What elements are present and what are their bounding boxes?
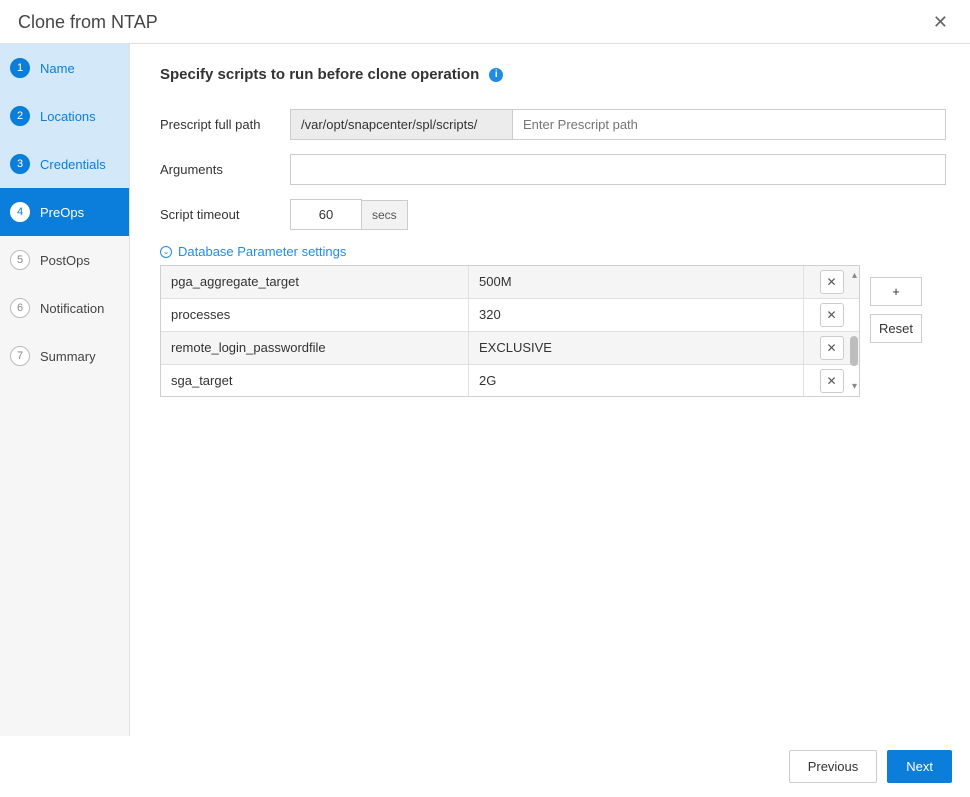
arguments-input[interactable] [290,154,946,185]
param-row: pga_aggregate_target 500M ✕ [161,266,859,299]
previous-button[interactable]: Previous [789,750,878,783]
sidebar-step-postops[interactable]: 5 PostOps [0,236,129,284]
db-param-label: Database Parameter settings [178,244,346,259]
param-name[interactable]: processes [161,299,469,331]
step-number: 1 [10,58,30,78]
param-row: sga_target 2G ✕ [161,365,859,396]
step-number: 3 [10,154,30,174]
label-prescript: Prescript full path [160,117,290,132]
param-value[interactable]: 500M [469,266,804,298]
close-icon[interactable]: ✕ [929,12,952,33]
label-arguments: Arguments [160,162,290,177]
page-title: Specify scripts to run before clone oper… [160,66,946,83]
param-name[interactable]: pga_aggregate_target [161,266,469,298]
wizard-sidebar: 1 Name 2 Locations 3 Credentials 4 PreOp… [0,44,130,750]
param-action: ✕ [804,365,859,396]
prescript-path-input[interactable] [512,109,946,140]
next-button[interactable]: Next [887,750,952,783]
timeout-input[interactable] [290,199,362,230]
row-timeout: Script timeout secs [160,199,946,230]
delete-row-icon[interactable]: ✕ [820,369,844,393]
param-action: ✕ [804,299,859,331]
param-table: pga_aggregate_target 500M ✕ processes 32… [160,265,860,397]
step-number: 6 [10,298,30,318]
param-row: remote_login_passwordfile EXCLUSIVE ✕ [161,332,859,365]
reset-params-button[interactable]: Reset [870,314,922,343]
sidebar-step-locations[interactable]: 2 Locations [0,92,129,140]
param-value[interactable]: 320 [469,299,804,331]
row-arguments: Arguments [160,154,946,185]
param-row: processes 320 ✕ [161,299,859,332]
scroll-down-icon[interactable]: ▾ [852,381,857,392]
step-label: Name [40,61,75,76]
sidebar-step-notification[interactable]: 6 Notification [0,284,129,332]
main-content: Specify scripts to run before clone oper… [130,44,970,750]
dialog-body: 1 Name 2 Locations 3 Credentials 4 PreOp… [0,44,970,750]
db-param-toggle[interactable]: ⌄ Database Parameter settings [160,244,946,259]
param-area: pga_aggregate_target 500M ✕ processes 32… [160,265,946,397]
step-number: 2 [10,106,30,126]
sidebar-step-name[interactable]: 1 Name [0,44,129,92]
sidebar-step-credentials[interactable]: 3 Credentials [0,140,129,188]
step-label: Summary [40,349,96,364]
param-side-buttons: + Reset [870,277,922,343]
prescript-prefix: /var/opt/snapcenter/spl/scripts/ [290,109,512,140]
sidebar-step-summary[interactable]: 7 Summary [0,332,129,380]
step-label: Locations [40,109,96,124]
param-name[interactable]: remote_login_passwordfile [161,332,469,364]
param-scroll: pga_aggregate_target 500M ✕ processes 32… [161,266,859,396]
secs-label: secs [362,200,408,230]
step-number: 5 [10,250,30,270]
step-label: Credentials [40,157,106,172]
step-label: PreOps [40,205,84,220]
add-param-button[interactable]: + [870,277,922,306]
label-timeout: Script timeout [160,207,290,222]
param-value[interactable]: 2G [469,365,804,396]
scroll-up-icon[interactable]: ▴ [852,270,857,281]
dialog-title: Clone from NTAP [18,12,158,33]
param-action: ✕ [804,266,859,298]
param-value[interactable]: EXCLUSIVE [469,332,804,364]
delete-row-icon[interactable]: ✕ [820,303,844,327]
param-name[interactable]: sga_target [161,365,469,396]
step-number: 4 [10,202,30,222]
chevron-down-icon: ⌄ [160,246,172,258]
dialog-footer: Previous Next [0,736,970,797]
info-icon[interactable]: i [489,68,503,82]
step-label: PostOps [40,253,90,268]
step-number: 7 [10,346,30,366]
scrollbar-thumb[interactable] [850,336,858,366]
delete-row-icon[interactable]: ✕ [820,270,844,294]
row-prescript: Prescript full path /var/opt/snapcenter/… [160,109,946,140]
delete-row-icon[interactable]: ✕ [820,336,844,360]
page-title-text: Specify scripts to run before clone oper… [160,66,479,83]
step-label: Notification [40,301,104,316]
dialog-header: Clone from NTAP ✕ [0,0,970,44]
sidebar-step-preops[interactable]: 4 PreOps [0,188,129,236]
